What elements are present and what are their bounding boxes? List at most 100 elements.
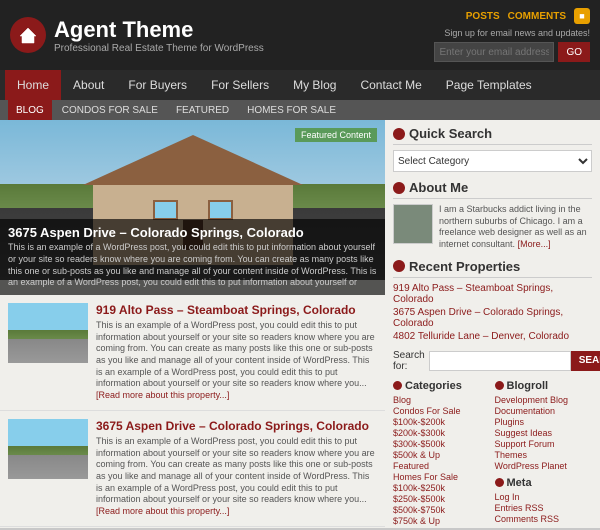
read-more-link[interactable]: [Read more about this property...]: [96, 390, 229, 400]
property-item: 4802 Telluride Lane – Denver, Colorado T…: [0, 527, 385, 528]
recent-property-item[interactable]: 3675 Aspen Drive – Colorado Springs, Col…: [393, 307, 592, 329]
posts-link[interactable]: POSTS: [466, 11, 500, 22]
property-thumbnail: [8, 419, 88, 479]
property-description: This is an example of a WordPress post, …: [96, 436, 377, 518]
category-select[interactable]: Select Category: [393, 150, 592, 172]
featured-label: Featured Content: [295, 128, 377, 142]
site-subtitle: Professional Real Estate Theme for WordP…: [54, 43, 264, 54]
property-title[interactable]: 919 Alto Pass – Steamboat Springs, Color…: [96, 303, 377, 317]
meta-section: Meta Log In Entries RSS Comments RSS: [495, 477, 593, 524]
property-description: This is an example of a WordPress post, …: [96, 320, 377, 402]
sub-nav: BLOG CONDOS FOR SALE FEATURED HOMES FOR …: [0, 100, 600, 120]
read-more-link[interactable]: [Read more about this property...]: [96, 506, 229, 516]
categories-section: Categories Blog Condos For Sale $100k-$2…: [393, 380, 491, 527]
nav-item-buyers[interactable]: For Buyers: [116, 70, 199, 100]
quick-search-section: Quick Search Select Category: [393, 126, 592, 172]
bullet-icon: [393, 381, 402, 390]
categories-title: Categories: [393, 380, 491, 392]
property-item: 919 Alto Pass – Steamboat Springs, Color…: [0, 295, 385, 411]
house-window-left: [153, 200, 178, 220]
meta-item: Comments RSS: [495, 514, 593, 524]
sub-nav-blog[interactable]: BLOG: [8, 100, 52, 120]
nav-item-home[interactable]: Home: [5, 70, 61, 100]
blogroll-item: Themes: [495, 450, 593, 460]
header: Agent Theme Professional Real Estate The…: [0, 0, 600, 70]
header-right: POSTS COMMENTS ■ Sign up for email news …: [434, 8, 590, 62]
nav-item-contact[interactable]: Contact Me: [348, 70, 433, 100]
category-item: $200k-$300k: [393, 428, 491, 438]
blogroll-item: Documentation: [495, 406, 593, 416]
sub-nav-homes[interactable]: HOMES FOR SALE: [239, 100, 344, 120]
property-image: [8, 303, 88, 363]
meta-title: Meta: [495, 477, 593, 489]
category-item: $500k-$750k: [393, 505, 491, 515]
blogroll-section: Blogroll Development Blog Documentation …: [495, 380, 593, 527]
search-input[interactable]: [429, 351, 571, 371]
about-me-title: About Me: [393, 180, 592, 199]
sub-nav-featured[interactable]: FEATURED: [168, 100, 237, 120]
about-me-content: I am a Starbucks addict living in the no…: [393, 204, 592, 251]
category-item: Blog: [393, 395, 491, 405]
bullet-icon: [495, 478, 504, 487]
recent-properties-section: Recent Properties 919 Alto Pass – Steamb…: [393, 259, 592, 342]
property-title[interactable]: 3675 Aspen Drive – Colorado Springs, Col…: [96, 419, 377, 433]
category-item: $100k-$250k: [393, 483, 491, 493]
header-links: POSTS COMMENTS ■: [466, 8, 590, 24]
property-thumbnail: [8, 303, 88, 363]
comments-link[interactable]: COMMENTS: [508, 11, 566, 22]
property-info: 919 Alto Pass – Steamboat Springs, Color…: [96, 303, 377, 402]
property-image: [8, 419, 88, 479]
category-item: Homes For Sale: [393, 472, 491, 482]
nav-item-about[interactable]: About: [61, 70, 116, 100]
go-button[interactable]: GO: [558, 42, 590, 62]
meta-item: Log In: [495, 492, 593, 502]
bullet-icon: [393, 182, 405, 194]
two-column-section: Categories Blog Condos For Sale $100k-$2…: [393, 380, 592, 527]
logo-area: Agent Theme Professional Real Estate The…: [10, 17, 264, 54]
bullet-icon: [393, 260, 405, 272]
recent-property-item[interactable]: 919 Alto Pass – Steamboat Springs, Color…: [393, 283, 592, 305]
site-title: Agent Theme: [54, 17, 264, 43]
nav-item-sellers[interactable]: For Sellers: [199, 70, 281, 100]
about-more-link[interactable]: [More...]: [518, 239, 551, 249]
sidebar: Quick Search Select Category About Me I …: [385, 120, 600, 528]
category-item: $300k-$500k: [393, 439, 491, 449]
search-button[interactable]: SEARCH: [571, 351, 600, 371]
about-text: I am a Starbucks addict living in the no…: [439, 204, 592, 251]
blogroll-item: Support Forum: [495, 439, 593, 449]
logo-text: Agent Theme Professional Real Estate The…: [54, 17, 264, 54]
house-window-right: [208, 200, 233, 220]
search-row: Search for: SEARCH: [393, 350, 592, 372]
category-item: $750k & Up: [393, 516, 491, 526]
about-me-section: About Me I am a Starbucks addict living …: [393, 180, 592, 251]
nav-item-blog[interactable]: My Blog: [281, 70, 348, 100]
featured-overlay: 3675 Aspen Drive – Colorado Springs, Col…: [0, 219, 385, 295]
meta-item: Entries RSS: [495, 503, 593, 513]
featured-title[interactable]: 3675 Aspen Drive – Colorado Springs, Col…: [8, 225, 377, 240]
blogroll-item: Suggest Ideas: [495, 428, 593, 438]
email-input[interactable]: [434, 42, 554, 62]
featured-description: This is an example of a WordPress post, …: [8, 242, 377, 289]
blogroll-item: WordPress Planet: [495, 461, 593, 471]
rss-icon[interactable]: ■: [574, 8, 590, 24]
nav-item-templates[interactable]: Page Templates: [434, 70, 544, 100]
house-roof-decor: [83, 135, 303, 185]
blogroll-item: Development Blog: [495, 395, 593, 405]
property-item: 3675 Aspen Drive – Colorado Springs, Col…: [0, 411, 385, 527]
category-item: Condos For Sale: [393, 406, 491, 416]
main-nav: Home About For Buyers For Sellers My Blo…: [0, 70, 600, 100]
bullet-icon: [393, 128, 405, 140]
property-info: 3675 Aspen Drive – Colorado Springs, Col…: [96, 419, 377, 518]
recent-property-item[interactable]: 4802 Telluride Lane – Denver, Colorado: [393, 331, 592, 342]
bullet-icon: [495, 381, 504, 390]
main-content: Featured Content 3675 Aspen Drive – Colo…: [0, 120, 600, 528]
category-item: $100k-$200k: [393, 417, 491, 427]
quick-search-title: Quick Search: [393, 126, 592, 145]
search-section: Search for: SEARCH: [393, 350, 592, 372]
search-label: Search for:: [393, 350, 425, 372]
featured-post: Featured Content 3675 Aspen Drive – Colo…: [0, 120, 385, 295]
recent-properties-title: Recent Properties: [393, 259, 592, 278]
sub-nav-condos[interactable]: CONDOS FOR SALE: [54, 100, 166, 120]
avatar: [393, 204, 433, 244]
category-item: Featured: [393, 461, 491, 471]
